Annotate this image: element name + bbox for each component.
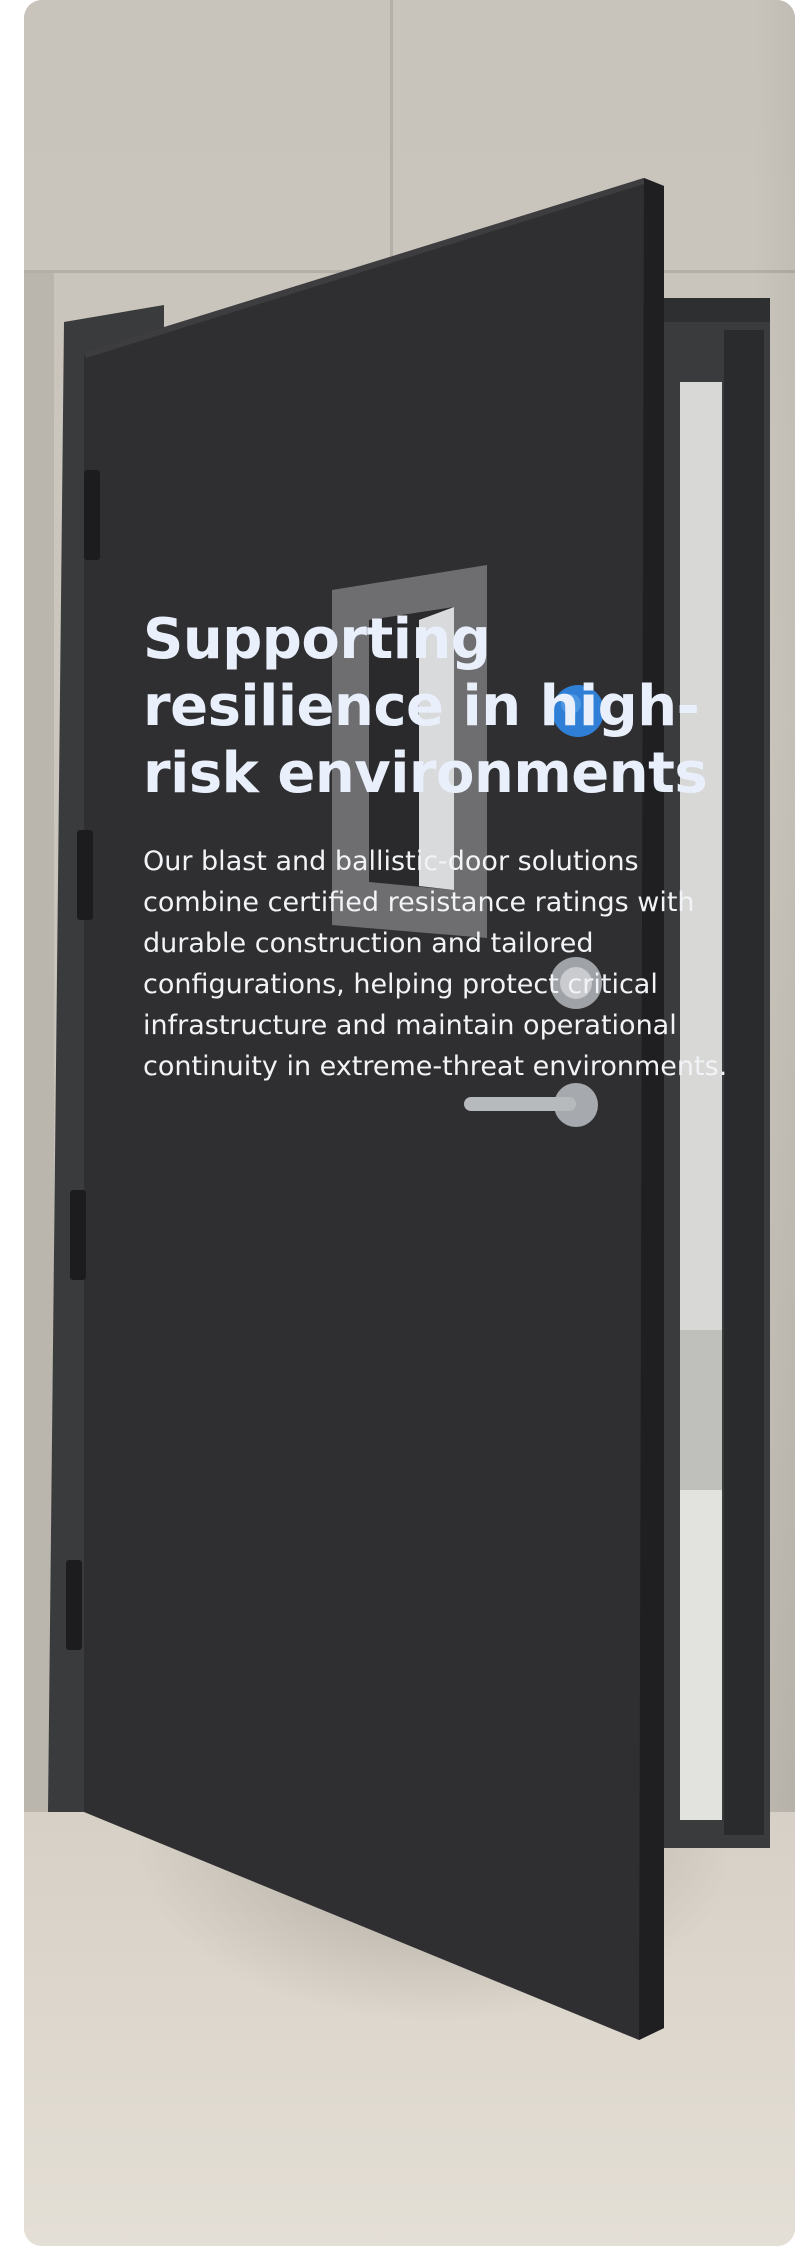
- hero-headline: Supporting resilience in high-risk envir…: [143, 607, 708, 806]
- hero-description: Our blast and ballistic-door solutions c…: [143, 846, 728, 1082]
- hero-copy: Supporting resilience in high-risk envir…: [143, 606, 763, 1087]
- interior-view: [680, 382, 722, 1820]
- door-illustration: [48, 178, 770, 2040]
- hero-card: Supporting resilience in high-risk envir…: [24, 0, 795, 2246]
